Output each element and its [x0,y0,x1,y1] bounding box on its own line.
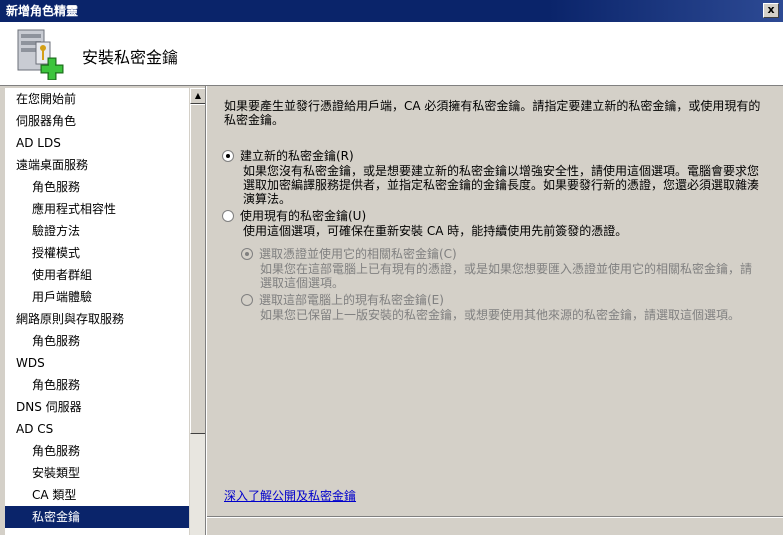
nav-item[interactable]: 授權模式 [5,242,189,264]
nav-item[interactable]: 遠端桌面服務 [5,154,189,176]
nav-item[interactable]: 在您開始前 [5,88,189,110]
sub-option-existing-key-label: 選取這部電腦上的現有私密金鑰(E) [259,293,444,307]
nav-item[interactable]: 安裝類型 [5,462,189,484]
window-title: 新增角色精靈 [6,4,79,18]
nav-item[interactable]: 使用者群組 [5,264,189,286]
nav-item[interactable]: 角色服務 [5,330,189,352]
option-new-key[interactable]: 建立新的私密金鑰(R) [222,149,354,163]
nav-item[interactable]: AD CS [5,418,189,440]
sub-option-certificate-label: 選取憑證並使用它的相關私密金鑰(C) [259,247,457,261]
sub-option-certificate-description: 如果您在這部電腦上已有現有的憑證，或是如果您想要匯入憑證並使用它的相關私密金鑰，… [260,262,753,290]
sub-option-certificate: 選取憑證並使用它的相關私密金鑰(C) [241,247,457,261]
scroll-up-arrow-icon[interactable]: ▲ [190,88,206,104]
main-content: 如果要產生並發行憑證給用戶端，CA 必須擁有私密金鑰。請指定要建立新的私密金鑰，… [207,86,783,535]
nav-item[interactable]: AD LDS [5,132,189,154]
sub-option-existing-key-description: 如果您已保留上一版安裝的私密金鑰，或想要使用其他來源的私密金鑰，請選取這個選項。 [260,308,741,322]
nav-item[interactable]: CA 類型 [5,484,189,506]
intro-text: 如果要產生並發行憑證給用戶端，CA 必須擁有私密金鑰。請指定要建立新的私密金鑰，… [224,99,761,127]
scroll-thumb[interactable] [190,104,206,434]
radio-existing-key[interactable] [222,210,234,222]
bottom-separator [207,516,783,518]
nav-item[interactable]: WDS [5,352,189,374]
close-button[interactable]: x [763,3,779,18]
radio-existing-local-key [241,294,253,306]
nav-item[interactable]: 網路原則與存取服務 [5,308,189,330]
wizard-navigation: 在您開始前 伺服器角色 AD LDS 遠端桌面服務 角色服務 應用程式相容性 驗證方法 授權模… [5,88,189,535]
nav-item[interactable]: 私密金鑰 [5,506,189,528]
nav-item[interactable]: 角色服務 [5,374,189,396]
radio-new-key[interactable] [222,150,234,162]
nav-item[interactable]: 驗證方法 [5,220,189,242]
sub-option-existing-key: 選取這部電腦上的現有私密金鑰(E) [241,293,444,307]
window-title-bar: 新增角色精靈 x [0,0,783,22]
server-key-add-icon [17,29,64,80]
nav-item[interactable]: DNS 伺服器 [5,396,189,418]
nav-item[interactable]: 角色服務 [5,440,189,462]
nav-scrollbar[interactable]: ▲ [189,88,206,535]
nav-item[interactable]: 角色服務 [5,176,189,198]
option-new-key-label[interactable]: 建立新的私密金鑰(R) [240,149,354,163]
wizard-header: 安裝私密金鑰 [0,22,783,86]
option-existing-key[interactable]: 使用現有的私密金鑰(U) [222,209,366,223]
option-existing-key-label[interactable]: 使用現有的私密金鑰(U) [240,209,366,223]
learn-more-link[interactable]: 深入了解公開及私密金鑰 [224,487,356,504]
option-new-key-description: 如果您沒有私密金鑰，或是想要建立新的私密金鑰以增強安全性，請使用這個選項。電腦會… [243,164,760,206]
page-title: 安裝私密金鑰 [82,48,179,67]
option-existing-key-description: 使用這個選項，可確保在重新安裝 CA 時，能持續使用先前簽發的憑證。 [243,224,628,238]
nav-item[interactable]: 應用程式相容性 [5,198,189,220]
nav-item[interactable]: 伺服器角色 [5,110,189,132]
radio-certificate [241,248,253,260]
nav-item[interactable]: 用戶端體驗 [5,286,189,308]
